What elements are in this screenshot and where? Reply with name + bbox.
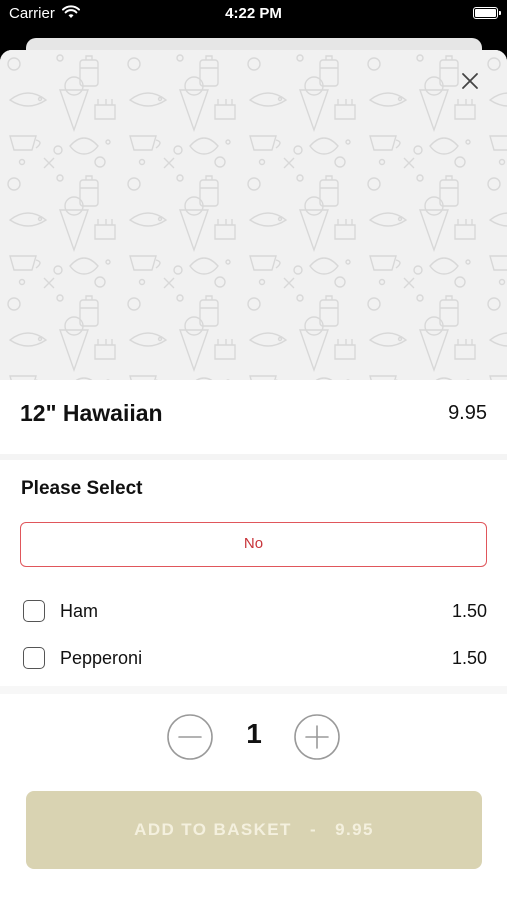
add-to-basket-label: ADD TO BASKET (134, 820, 292, 839)
quantity-value: 1 (246, 718, 262, 749)
options-section-title: Please Select (21, 478, 143, 499)
product-price: 9.95 (448, 402, 487, 424)
close-icon (462, 73, 478, 89)
product-image-placeholder (0, 50, 507, 380)
minus-circle-icon (167, 714, 213, 760)
checkbox[interactable] (23, 600, 45, 622)
product-name: 12" Hawaiian (20, 400, 163, 426)
section-divider (0, 454, 507, 460)
increase-quantity-button[interactable] (294, 714, 340, 760)
extra-option-label: Ham (60, 601, 99, 621)
extra-option-pepperoni[interactable]: Pepperoni 1.50 (0, 638, 507, 678)
status-time: 4:22 PM (225, 5, 282, 22)
battery-icon (473, 7, 501, 19)
product-sheet: 12" Hawaiian 9.95 Please Select No Ham 1… (0, 50, 507, 900)
extra-option-price: 1.50 (451, 648, 487, 668)
plus-circle-icon (294, 714, 340, 760)
selected-choice-button[interactable]: No (20, 522, 487, 567)
decrease-quantity-button[interactable] (167, 714, 213, 760)
add-to-basket-separator: - (309, 820, 318, 839)
extra-option-price: 1.50 (451, 601, 487, 621)
add-to-basket-price: 9.95 (335, 820, 374, 839)
status-bar: Carrier 4:22 PM (0, 0, 507, 30)
extra-option-label: Pepperoni (60, 648, 143, 668)
food-doodle-pattern (0, 50, 507, 380)
add-to-basket-button[interactable]: ADD TO BASKET - 9.95 (26, 791, 482, 869)
close-button[interactable] (453, 64, 487, 98)
extra-option-ham[interactable]: Ham 1.50 (0, 591, 507, 631)
checkbox[interactable] (23, 647, 45, 669)
product-header: 12" Hawaiian 9.95 (0, 380, 507, 454)
section-divider (0, 686, 507, 694)
